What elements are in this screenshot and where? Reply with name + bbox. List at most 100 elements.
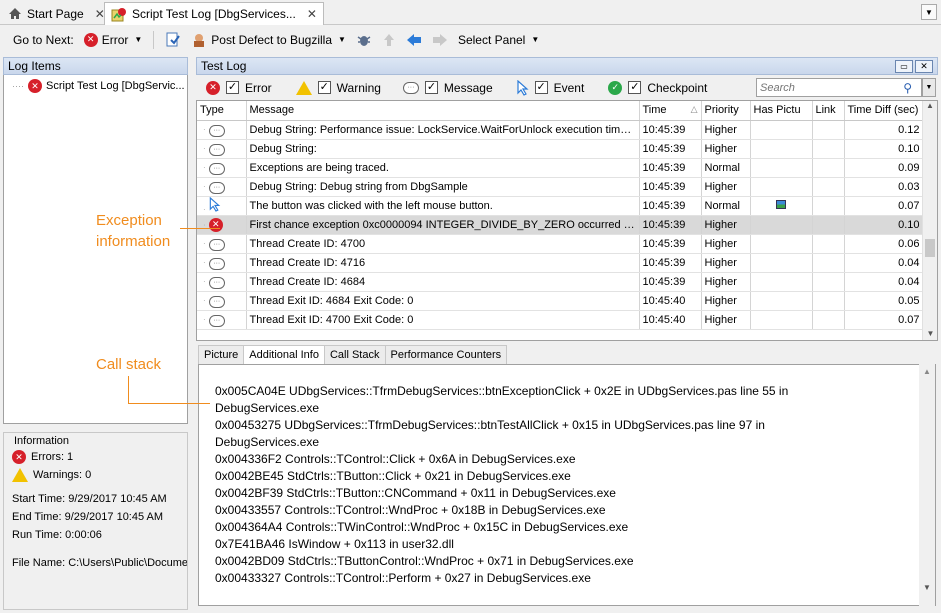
close-icon[interactable]: ✕ [307, 7, 317, 21]
chevron-down-icon: ▼ [338, 35, 346, 44]
table-row[interactable]: · ··· Debug String: 10:45:39 Higher 0.10 [197, 139, 924, 159]
message-icon: ··· [208, 276, 225, 289]
call-stack-line: DebugServices.exe [215, 435, 320, 449]
cell-message: First chance exception 0xc0000094 INTEGE… [246, 215, 640, 235]
message-icon: ··· [208, 124, 225, 137]
scroll-up-icon[interactable]: ▲ [923, 101, 937, 110]
document-tab-bar: Start Page ✕ Script Test Log [DbgService… [0, 0, 941, 25]
scroll-down-icon[interactable]: ▼ [923, 329, 937, 338]
run-time: Run Time: 0:00:06 [12, 529, 102, 541]
cell-type: · ··· [197, 253, 247, 273]
cell-time: 10:45:39 [639, 234, 702, 254]
cell-time-diff: 0.03 [844, 177, 924, 197]
column-has-picture[interactable]: Has Pictu [750, 101, 813, 121]
go-to-next-error-button[interactable]: ✕ Error ▼ [81, 32, 146, 47]
vertical-scrollbar[interactable]: ▲ ▼ [922, 101, 937, 340]
log-item-label: Script Test Log [DbgServic... [46, 80, 185, 92]
tab-additional-info[interactable]: Additional Info [243, 345, 325, 364]
event-filter-checkbox[interactable]: ✓ [534, 81, 548, 94]
search-input[interactable] [756, 78, 922, 97]
cell-message: Thread Create ID: 4684 [246, 272, 640, 292]
call-stack-line: 0x0042BF39 StdCtrls::TButton::CNCommand … [215, 486, 616, 500]
test-log-panel: Test Log ▭ ✕ ✕ ✓ Error ✓ Warning ··· ✓ M… [196, 57, 938, 341]
tab-script-test-log[interactable]: Script Test Log [DbgServices... ✕ [104, 2, 324, 25]
cell-time: 10:45:39 [639, 158, 702, 178]
table-row[interactable]: · ··· Thread Create ID: 4700 10:45:39 Highe… [197, 234, 924, 254]
error-filter-checkbox[interactable]: ✓ [226, 81, 239, 94]
tab-list-dropdown[interactable]: ▼ [921, 4, 937, 20]
warning-filter-checkbox[interactable]: ✓ [317, 81, 331, 94]
table-row[interactable]: · ··· Debug String: Debug string from Dbg… [197, 177, 924, 197]
tree-line: · [203, 124, 206, 134]
picture-icon[interactable] [776, 199, 786, 209]
cell-type: · ··· [197, 272, 247, 292]
table-row[interactable]: · ··· Thread Create ID: 4684 10:45:39 Highe… [197, 272, 924, 292]
checkpoint-filter-checkbox[interactable]: ✓ [628, 81, 642, 94]
cell-link [812, 215, 845, 235]
cell-time-diff: 0.10 [844, 139, 924, 159]
annotation-arrow-callstack [128, 403, 210, 404]
cell-priority: Higher [701, 310, 751, 330]
event-filter-label: Event [553, 80, 585, 95]
column-message[interactable]: Message [246, 101, 640, 121]
call-stack-line: 0x0042BE45 StdCtrls::TButton::Click + 0x… [215, 469, 571, 483]
column-link[interactable]: Link [812, 101, 845, 121]
scroll-down-icon[interactable]: ▼ [919, 583, 935, 592]
end-time: End Time: 9/29/2017 10:45 AM [12, 511, 164, 523]
cell-time: 10:45:39 [639, 272, 702, 292]
annotation-call-stack: Call stack [96, 356, 162, 373]
cell-link [812, 253, 845, 273]
errors-count: ✕ Errors: 1 [12, 448, 187, 466]
call-stack-line: 0x00433327 Controls::TControl::Perform +… [215, 571, 591, 585]
additional-info-content: 0x005CA04E UDbgServices::TfrmDebugServic… [198, 364, 936, 606]
cell-time-diff: 0.06 [844, 234, 924, 254]
log-items-title: Log Items [8, 59, 61, 73]
message-filter-checkbox[interactable]: ✓ [424, 81, 438, 94]
scrollbar-thumb[interactable] [925, 239, 935, 257]
info-scrollbar[interactable]: ▲ ▼ [919, 364, 935, 606]
log-table: Type Message Time △ Priority Has Pictu Li… [197, 101, 924, 330]
table-row[interactable]: · ✕ First chance exception 0xc0000094 INT… [197, 215, 924, 235]
tab-start-page[interactable]: Start Page ✕ [2, 2, 111, 25]
cell-time-diff: 0.09 [844, 158, 924, 178]
information-title: Information [14, 435, 70, 447]
log-items-header: Log Items [3, 57, 188, 75]
tab-performance-counters[interactable]: Performance Counters [384, 345, 508, 364]
cell-message: Thread Exit ID: 4700 Exit Code: 0 [246, 310, 640, 330]
cell-message: Debug String: Debug string from DbgSampl… [246, 177, 640, 197]
column-time[interactable]: Time △ [639, 101, 702, 121]
warning-filter-label: Warning [336, 80, 381, 95]
sort-asc-icon: △ [690, 104, 698, 115]
close-icon[interactable]: ✕ [915, 59, 933, 73]
bug-button[interactable] [353, 32, 375, 48]
table-row[interactable]: · ··· Thread Create ID: 4716 10:45:39 Highe… [197, 253, 924, 273]
call-stack-line: 0x00433557 Controls::TControl::WndProc +… [215, 503, 606, 517]
table-row[interactable]: · ··· Thread Exit ID: 4700 Exit Code: 0 10… [197, 310, 924, 330]
table-row[interactable]: · ··· Exceptions are being traced. 10:45:3… [197, 158, 924, 178]
column-time-diff[interactable]: Time Diff (sec) [844, 101, 924, 121]
restore-icon[interactable]: ▭ [895, 59, 913, 73]
information-panel: Information ✕ Errors: 1 Warnings: 0 Start… [3, 432, 188, 610]
cell-time-diff: 0.07 [844, 196, 924, 216]
post-defect-button[interactable]: Post Defect to Bugzilla ▼ [188, 32, 349, 48]
forward-button[interactable] [429, 33, 451, 47]
column-type[interactable]: Type [197, 101, 247, 121]
cell-time-diff: 0.12 [844, 120, 924, 140]
cell-time: 10:45:39 [639, 196, 702, 216]
checkpoint-icon: ✓ [608, 80, 623, 95]
parent-up-button[interactable] [379, 32, 399, 48]
column-priority[interactable]: Priority [701, 101, 751, 121]
tab-call-stack[interactable]: Call Stack [323, 345, 386, 364]
search-dropdown[interactable]: ▼ [922, 78, 936, 97]
table-row[interactable]: · ··· Thread Exit ID: 4684 Exit Code: 0 10… [197, 291, 924, 311]
table-row[interactable]: · ··· Debug String: Performance issue: Lo… [197, 120, 924, 140]
tab-picture[interactable]: Picture [198, 345, 245, 364]
back-button[interactable] [403, 33, 425, 47]
scroll-up-icon[interactable]: ▲ [919, 367, 935, 376]
log-item-script-test-log[interactable]: ···· ✕ Script Test Log [DbgServic... [12, 79, 187, 93]
table-row[interactable]: · The button was clicked with the left m… [197, 196, 924, 216]
select-panel-button[interactable]: Select Panel ▼ [455, 33, 542, 47]
cell-time: 10:45:39 [639, 139, 702, 159]
export-button[interactable] [162, 32, 184, 48]
call-stack-line: 0x004364A4 Controls::TWinControl::WndPro… [215, 520, 629, 534]
